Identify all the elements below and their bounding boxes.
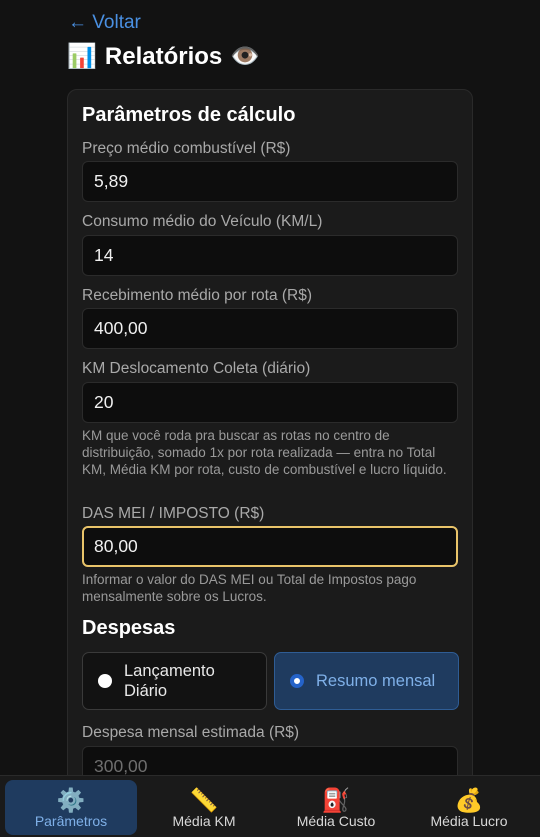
page-title: 📊 Relatórios 👁️ <box>67 42 260 71</box>
fuel-price-input[interactable]: 5,89 <box>82 161 458 202</box>
tab-media-custo[interactable]: ⛽ Média Custo <box>270 780 402 835</box>
tab-parametros-label: Parâmetros <box>34 812 108 829</box>
fuel-pump-icon: ⛽ <box>321 786 351 813</box>
bottom-nav: ⚙️ Parâmetros 📏 Média KM ⛽ Média Custo 💰… <box>0 775 540 837</box>
consumption-label: Consumo médio do Veículo (KM/L) <box>82 213 323 230</box>
das-input[interactable]: 80,00 <box>82 526 458 567</box>
tab-media-km[interactable]: 📏 Média KM <box>138 780 270 835</box>
tab-media-km-label: Média KM <box>172 812 236 829</box>
tab-media-custo-label: Média Custo <box>296 812 376 829</box>
radio-checked-icon[interactable] <box>290 674 304 688</box>
option-monthly[interactable]: Resumo mensal <box>274 652 459 710</box>
option-monthly-label: Resumo mensal <box>316 671 436 690</box>
monthly-estimate-label: Despesa mensal estimada (R$) <box>82 724 300 741</box>
gear-icon: ⚙️ <box>56 786 86 813</box>
option-daily-label: Lançamento Diário <box>124 662 215 700</box>
fuel-price-label: Preço médio combustível (R$) <box>82 140 291 157</box>
option-daily[interactable]: Lançamento Diário <box>82 652 267 710</box>
km-collect-label: KM Deslocamento Coleta (diário) <box>82 360 311 377</box>
km-collect-help: KM que você roda pra buscar as rotas no … <box>82 428 447 477</box>
km-collect-input[interactable]: 20 <box>82 382 458 423</box>
tab-parametros[interactable]: ⚙️ Parâmetros <box>5 780 137 835</box>
tab-media-lucro[interactable]: 💰 Média Lucro <box>403 780 535 835</box>
params-section-title: Parâmetros de cálculo <box>82 104 296 126</box>
money-bag-icon: 💰 <box>454 786 484 813</box>
chart-icon: 📊 <box>67 43 97 70</box>
consumption-input[interactable]: 14 <box>82 235 458 276</box>
ruler-icon: 📏 <box>189 786 219 813</box>
das-label: DAS MEI / IMPOSTO (R$) <box>82 505 265 522</box>
income-label: Recebimento médio por rota (R$) <box>82 287 313 304</box>
income-input[interactable]: 400,00 <box>82 308 458 349</box>
eye-icon[interactable]: 👁️ <box>230 42 260 71</box>
page-title-text: Relatórios <box>104 42 223 70</box>
back-link[interactable]: ← Voltar <box>68 12 141 34</box>
radio-unchecked-icon[interactable] <box>98 674 112 688</box>
das-help: Informar o valor do DAS MEI ou Total de … <box>82 572 417 604</box>
expenses-section-title: Despesas <box>82 617 176 639</box>
tab-media-lucro-label: Média Lucro <box>430 812 508 829</box>
